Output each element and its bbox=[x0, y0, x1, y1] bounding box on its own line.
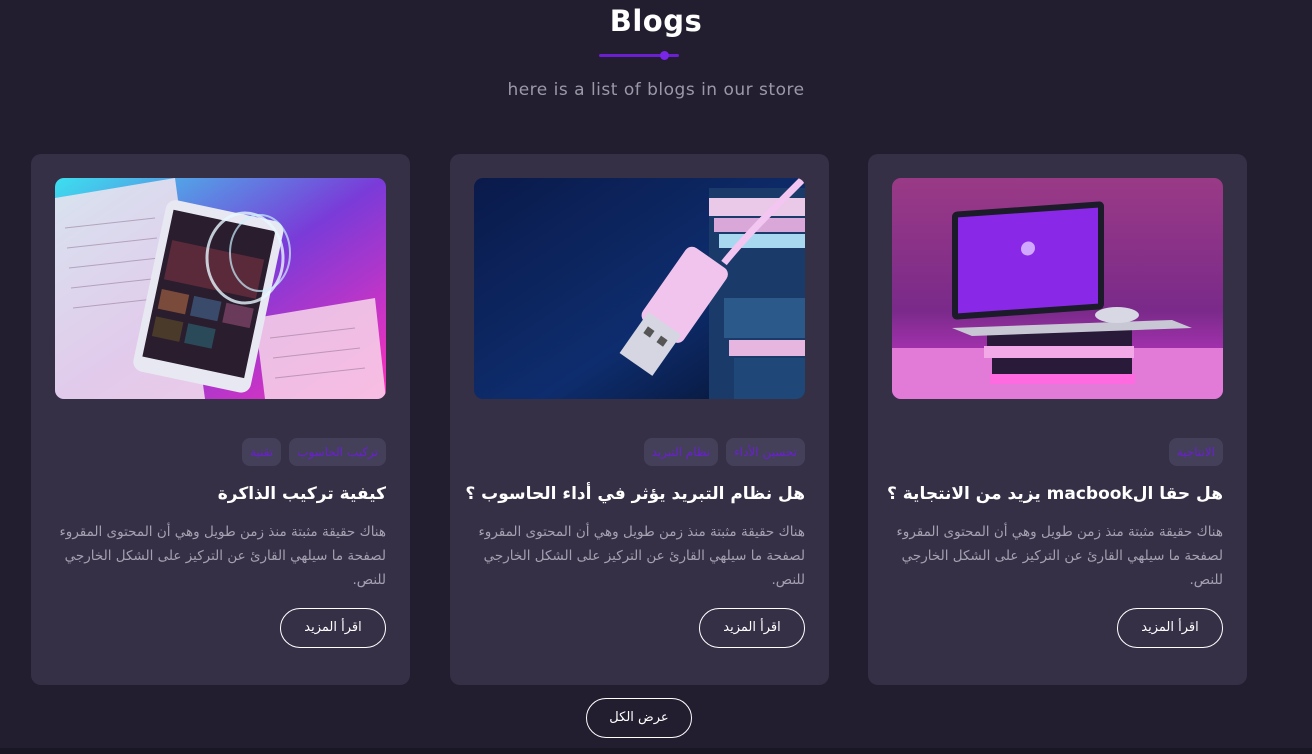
divider-dot bbox=[660, 51, 669, 60]
tag[interactable]: تحسين الأداء bbox=[726, 438, 805, 466]
card-description: هناك حقيقة مثبتة منذ زمن طويل وهي أن الم… bbox=[59, 524, 386, 588]
tag[interactable]: تركيب الحاسوب bbox=[289, 438, 386, 466]
page-title: Blogs bbox=[609, 4, 703, 38]
read-more-button[interactable]: اقرأ المزيد bbox=[1117, 608, 1223, 648]
blogs-section: Blogs here is a list of blogs in our sto… bbox=[0, 0, 1312, 754]
tag[interactable]: الانتاجية bbox=[1168, 438, 1223, 466]
tag-list: الانتاجية bbox=[1168, 438, 1223, 466]
usb-cable-image[interactable] bbox=[474, 178, 805, 399]
card-description: هناك حقيقة مثبتة منذ زمن طويل وهي أن الم… bbox=[896, 524, 1223, 588]
view-all-button[interactable]: عرض الكل bbox=[586, 698, 692, 738]
tag[interactable]: نظام التبريد bbox=[643, 438, 719, 466]
tag-list: تحسين الأداء نظام التبريد bbox=[643, 438, 805, 466]
page-subtitle: here is a list of blogs in our store bbox=[507, 80, 805, 100]
card-title[interactable]: هل حقا الmacbook يزيد من الانتجاية ؟ bbox=[887, 484, 1223, 504]
blog-card: الانتاجية هل حقا الmacbook يزيد من الانت… bbox=[868, 154, 1247, 685]
tag-list: تركيب الحاسوب تقنية bbox=[242, 438, 386, 466]
blog-card: تحسين الأداء نظام التبريد هل نظام التبري… bbox=[450, 154, 829, 685]
footer-strip bbox=[0, 748, 1312, 754]
card-title[interactable]: هل نظام التبريد يؤثر في أداء الحاسوب ؟ bbox=[465, 484, 805, 504]
card-description: هناك حقيقة مثبتة منذ زمن طويل وهي أن الم… bbox=[478, 524, 805, 588]
read-more-button[interactable]: اقرأ المزيد bbox=[699, 608, 805, 648]
blog-card: تركيب الحاسوب تقنية كيفية تركيب الذاكرة … bbox=[31, 154, 410, 685]
card-title[interactable]: كيفية تركيب الذاكرة bbox=[55, 484, 386, 504]
read-more-button[interactable]: اقرأ المزيد bbox=[280, 608, 386, 648]
tablet-books-image[interactable] bbox=[55, 178, 386, 399]
tag[interactable]: تقنية bbox=[242, 438, 282, 466]
laptop-books-image[interactable] bbox=[892, 178, 1223, 399]
